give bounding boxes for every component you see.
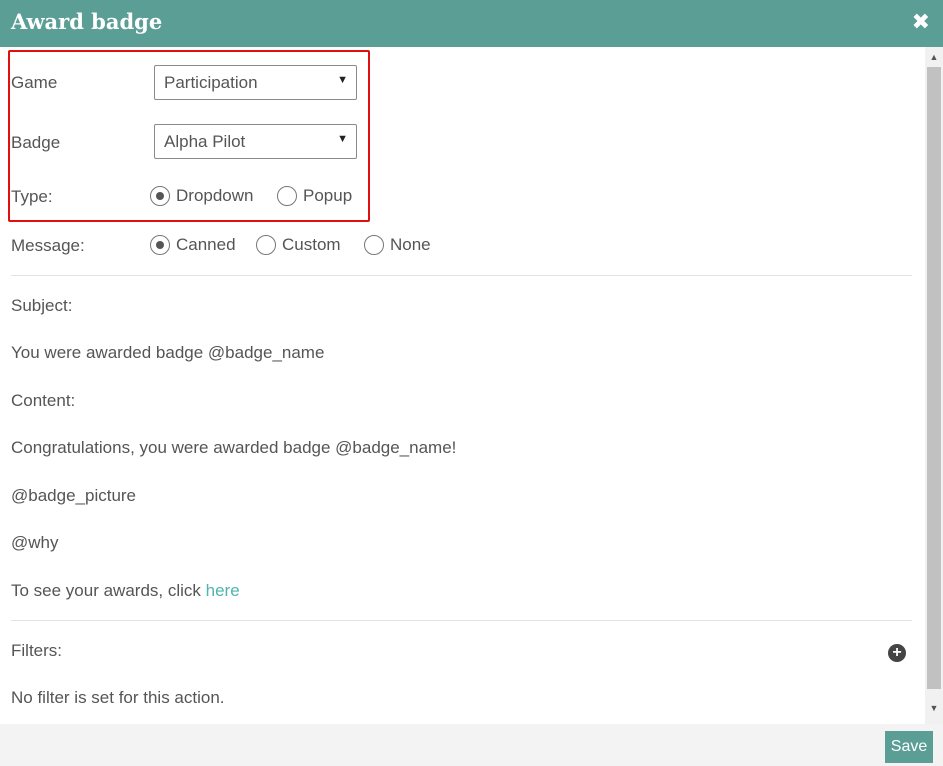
badge-select-value: Alpha Pilot xyxy=(164,132,246,151)
dialog-title: Award badge xyxy=(11,9,163,34)
dialog-body: Game Participation ▼ Badge Alpha Pilot ▼… xyxy=(0,47,943,724)
game-select-value: Participation xyxy=(164,73,258,92)
type-radio-dropdown[interactable]: Dropdown xyxy=(150,186,254,206)
scroll-down-icon[interactable]: ▼ xyxy=(925,703,943,715)
dropdown-arrow-icon: ▼ xyxy=(337,74,348,86)
divider xyxy=(11,620,912,621)
badge-label: Badge xyxy=(11,133,61,152)
plus-circle-icon[interactable]: + xyxy=(888,644,906,662)
dropdown-arrow-icon: ▼ xyxy=(337,133,348,145)
type-radio-dropdown-label: Dropdown xyxy=(176,186,254,205)
game-select[interactable]: Participation ▼ xyxy=(154,65,357,100)
awards-link[interactable]: here xyxy=(206,581,240,600)
radio-selected-icon xyxy=(150,186,170,206)
type-label: Type: xyxy=(11,187,53,206)
message-radio-custom[interactable]: Custom xyxy=(256,235,341,255)
scrollbar[interactable]: ▲ ▼ xyxy=(925,47,943,724)
message-radio-none[interactable]: None xyxy=(364,235,431,255)
filters-label: Filters: xyxy=(11,641,62,660)
radio-unselected-icon xyxy=(256,235,276,255)
dialog-header: Award badge ✖ xyxy=(0,0,943,47)
scroll-thumb[interactable] xyxy=(927,67,941,689)
message-radio-canned[interactable]: Canned xyxy=(150,235,236,255)
message-radio-canned-label: Canned xyxy=(176,235,236,254)
type-radio-popup-label: Popup xyxy=(303,186,353,205)
content-line: @why xyxy=(11,533,59,552)
message-radio-custom-label: Custom xyxy=(282,235,341,254)
subject-label: Subject: xyxy=(11,296,73,315)
subject-text: You were awarded badge @badge_name xyxy=(11,343,325,362)
scroll-up-icon[interactable]: ▲ xyxy=(925,52,943,64)
content-line-prefix: To see your awards, click xyxy=(11,581,206,600)
divider xyxy=(11,275,912,276)
badge-select[interactable]: Alpha Pilot ▼ xyxy=(154,124,357,159)
filters-empty-text: No filter is set for this action. xyxy=(11,688,225,707)
content-line: To see your awards, click here xyxy=(11,581,240,601)
message-radio-none-label: None xyxy=(390,235,431,254)
content-line: Congratulations, you were awarded badge … xyxy=(11,438,457,457)
content-line: @badge_picture xyxy=(11,486,137,505)
dialog-footer: Save xyxy=(0,724,943,766)
type-radio-popup[interactable]: Popup xyxy=(277,186,352,206)
radio-unselected-icon xyxy=(364,235,384,255)
message-label: Message: xyxy=(11,236,85,255)
content-label: Content: xyxy=(11,391,76,410)
radio-selected-icon xyxy=(150,235,170,255)
close-icon[interactable]: ✖ xyxy=(912,9,930,35)
game-label: Game xyxy=(11,73,58,92)
radio-unselected-icon xyxy=(277,186,297,206)
save-button[interactable]: Save xyxy=(885,731,933,763)
